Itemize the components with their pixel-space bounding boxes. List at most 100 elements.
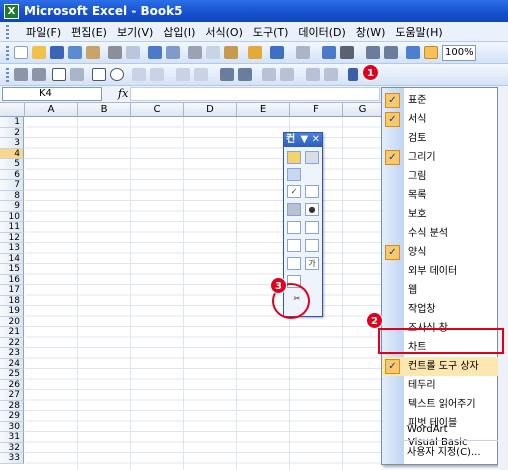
fx-icon[interactable]: fx [118, 87, 128, 100]
editbox-icon[interactable] [32, 68, 46, 81]
chart-wizard-icon[interactable] [406, 46, 420, 59]
sort-descending-icon[interactable] [384, 46, 398, 59]
combobox-control-icon[interactable] [305, 221, 319, 234]
checkbox-icon[interactable] [92, 68, 106, 81]
research-icon[interactable] [166, 46, 180, 59]
email-icon[interactable] [86, 46, 100, 59]
combo-drop-edit-icon[interactable] [194, 68, 208, 81]
toggle-button-icon[interactable] [287, 239, 301, 252]
paste-icon[interactable] [224, 46, 238, 59]
row-header[interactable]: 27 [0, 390, 24, 401]
edit-code-icon[interactable] [280, 68, 294, 81]
row-header[interactable]: 16 [0, 274, 24, 285]
combobox-icon[interactable] [150, 68, 164, 81]
formula-input[interactable] [130, 87, 380, 101]
row-header[interactable]: 13 [0, 243, 24, 254]
new-icon[interactable] [14, 46, 28, 59]
row-header[interactable]: 15 [0, 264, 24, 275]
listbox-control-icon[interactable] [287, 221, 301, 234]
menu-item-forms[interactable]: ✓ 양식 [382, 243, 499, 262]
row-header[interactable]: 8 [0, 190, 24, 201]
toolbox-menu-close-icon[interactable]: ▼ ✕ [300, 133, 320, 147]
scrollbar-icon[interactable] [220, 68, 234, 81]
menu-window[interactable]: 창(W) [356, 24, 386, 40]
row-header[interactable]: 24 [0, 358, 24, 369]
run-dialog-icon[interactable] [324, 68, 338, 81]
row-header[interactable]: 14 [0, 253, 24, 264]
row-header[interactable]: 21 [0, 327, 24, 338]
design-mode-icon[interactable] [287, 151, 301, 164]
menu-help[interactable]: 도움말(H) [395, 24, 442, 40]
label-icon[interactable] [14, 68, 28, 81]
menu-item-formula-auditing[interactable]: 수식 분석 [382, 224, 499, 243]
menu-item-standard[interactable]: ✓ 표준 [382, 91, 499, 110]
row-header[interactable]: 7 [0, 180, 24, 191]
menubar-grip-icon[interactable] [6, 25, 9, 39]
row-header[interactable]: 6 [0, 169, 24, 180]
toggle-grid-icon[interactable] [306, 68, 320, 81]
option-button-control-icon[interactable]: ● [305, 203, 319, 216]
menu-tools[interactable]: 도구(T) [253, 24, 289, 40]
menu-item-drawing[interactable]: ✓ 그리기 [382, 148, 499, 167]
menu-view[interactable]: 보기(V) [117, 24, 153, 40]
print-icon[interactable] [108, 46, 122, 59]
row-header[interactable]: 2 [0, 127, 24, 138]
column-header[interactable]: A [25, 103, 78, 117]
row-header[interactable]: 1 [0, 117, 24, 128]
forms-grip-icon[interactable] [6, 68, 9, 82]
checkbox-control-icon[interactable]: ✓ [287, 185, 301, 198]
row-header[interactable]: 10 [0, 211, 24, 222]
menu-item-text-to-speech[interactable]: 텍스트 읽어주기 [382, 395, 499, 414]
copy-icon[interactable] [206, 46, 220, 59]
row-header[interactable]: 19 [0, 306, 24, 317]
menu-item-review[interactable]: 검토 [382, 129, 499, 148]
menu-item-picture[interactable]: 그림 [382, 167, 499, 186]
listbox-icon[interactable] [132, 68, 146, 81]
worksheet-grid[interactable] [25, 117, 385, 470]
row-header[interactable]: 5 [0, 159, 24, 170]
row-header[interactable]: 4 [0, 148, 24, 159]
column-header[interactable]: B [78, 103, 131, 117]
row-header[interactable]: 30 [0, 421, 24, 432]
menu-item-external-data[interactable]: 외부 데이터 [382, 262, 499, 281]
redo-icon[interactable] [296, 46, 310, 59]
menu-item-protection[interactable]: 보호 [382, 205, 499, 224]
menu-edit[interactable]: 편집(E) [71, 24, 107, 40]
open-icon[interactable] [32, 46, 46, 59]
permission-icon[interactable] [68, 46, 82, 59]
menu-item-wordart[interactable]: WordArt [381, 420, 498, 439]
column-header[interactable]: D [184, 103, 237, 117]
menu-data[interactable]: 데이터(D) [298, 24, 345, 40]
option-button-icon[interactable] [110, 68, 124, 81]
menu-item-web[interactable]: 웹 [382, 281, 499, 300]
row-header[interactable]: 26 [0, 379, 24, 390]
spin-button-icon[interactable] [305, 239, 319, 252]
combo-list-edit-icon[interactable] [176, 68, 190, 81]
column-header[interactable]: E [237, 103, 290, 117]
label-control-icon[interactable]: 가 [305, 257, 319, 270]
row-header[interactable]: 23 [0, 348, 24, 359]
format-painter-icon[interactable] [248, 46, 262, 59]
spelling-icon[interactable] [148, 46, 162, 59]
textbox-control-icon[interactable] [305, 185, 319, 198]
groupbox-icon[interactable] [52, 68, 66, 81]
menu-item-control-toolbox[interactable]: ✓ 컨트롤 도구 상자 [382, 357, 499, 376]
control-properties-icon[interactable] [262, 68, 276, 81]
menu-item-customize[interactable]: 사용자 지정(C)... [381, 443, 498, 462]
row-header[interactable]: 28 [0, 400, 24, 411]
properties-icon[interactable] [305, 151, 319, 164]
row-header[interactable]: 9 [0, 201, 24, 212]
menu-item-list[interactable]: 목록 [382, 186, 499, 205]
cut-icon[interactable] [188, 46, 202, 59]
menu-format[interactable]: 서식(O) [205, 24, 242, 40]
vertical-scrollbar[interactable] [498, 87, 508, 470]
row-header[interactable]: 20 [0, 316, 24, 327]
column-header[interactable]: C [131, 103, 184, 117]
zoom-box[interactable]: 100% [442, 45, 476, 61]
column-header[interactable]: G [343, 103, 383, 117]
row-header[interactable]: 3 [0, 138, 24, 149]
sort-ascending-icon[interactable] [366, 46, 380, 59]
save-icon[interactable] [50, 46, 64, 59]
autosum-icon[interactable] [340, 46, 354, 59]
row-header[interactable]: 12 [0, 232, 24, 243]
